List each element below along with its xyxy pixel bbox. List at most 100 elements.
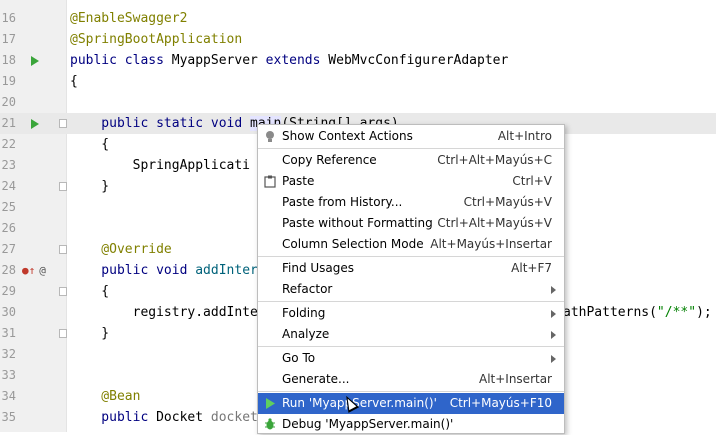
line-number: 22 [1, 137, 16, 151]
fold-marker-icon[interactable] [59, 182, 67, 191]
menu-item-copy-reference[interactable]: Copy Reference Ctrl+Alt+Mayús+C [258, 150, 564, 171]
menu-item-shortcut: Ctrl+Alt+Mayús+C [437, 153, 552, 167]
code-line[interactable]: { [70, 281, 109, 302]
menu-item-shortcut: Alt+Insertar [478, 372, 552, 386]
line-number: 16 [1, 11, 16, 25]
submenu-arrow-icon [551, 310, 556, 318]
menu-item-folding[interactable]: Folding [258, 303, 564, 324]
menu-item-paste[interactable]: Paste Ctrl+V [258, 171, 564, 192]
menu-item-label: Paste without Formatting [282, 216, 433, 230]
menu-item-label: Find Usages [282, 261, 355, 275]
code-line[interactable]: @Bean [70, 386, 140, 407]
menu-item-generate[interactable]: Generate... Alt+Insertar [258, 369, 564, 390]
method-name: addInter [195, 263, 258, 278]
identifier: MyappServer [171, 53, 266, 68]
code-line[interactable]: @SpringBootApplication [70, 29, 242, 50]
code-line[interactable]: public Docket docket [70, 407, 258, 428]
line-number: 18 [1, 53, 16, 67]
code-line-tail[interactable]: athPatterns("/**"); [563, 302, 712, 323]
line-number: 33 [1, 368, 16, 382]
submenu-arrow-icon [551, 355, 556, 363]
menu-item-paste-from-history[interactable]: Paste from History... Ctrl+Mayús+V [258, 192, 564, 213]
menu-item-go-to[interactable]: Go To [258, 348, 564, 369]
menu-item-label: Column Selection Mode [282, 237, 424, 251]
menu-item-run[interactable]: Run 'MyappServer.main()' Ctrl+Mayús+F10 [258, 393, 564, 414]
line-number: 23 [1, 158, 16, 172]
line-number: 34 [1, 389, 16, 403]
debug-bug-icon [265, 418, 275, 430]
keyword: public void [70, 263, 196, 278]
menu-item-label: Generate... [282, 372, 350, 386]
menu-item-label: Show Context Actions [282, 129, 413, 143]
line-number: 32 [1, 347, 16, 361]
menu-item-shortcut: Ctrl+Alt+Mayús+V [437, 216, 552, 230]
code-line[interactable]: { [70, 71, 78, 92]
menu-item-shortcut: Alt+Mayús+Insertar [430, 237, 552, 251]
string-literal: "/**" [656, 305, 697, 320]
code-line[interactable]: { [70, 134, 109, 155]
line-number: 31 [1, 326, 16, 340]
code-line[interactable]: @EnableSwagger2 [70, 8, 187, 29]
run-icon [266, 398, 275, 409]
menu-item-show-context-actions[interactable]: Show Context Actions Alt+Intro [258, 126, 564, 147]
menu-item-refactor[interactable]: Refactor [258, 279, 564, 300]
clipboard-icon [264, 175, 276, 188]
menu-separator [258, 148, 564, 149]
code-line[interactable]: SpringApplicati [70, 155, 250, 176]
keyword: extends [265, 53, 329, 68]
menu-item-find-usages[interactable]: Find Usages Alt+F7 [258, 258, 564, 279]
override-gutter-icon[interactable]: ●↑ @ [22, 260, 46, 281]
menu-item-paste-without-formatting[interactable]: Paste without Formatting Ctrl+Alt+Mayús+… [258, 213, 564, 234]
run-gutter-icon[interactable] [31, 56, 39, 66]
menu-item-analyze[interactable]: Analyze [258, 324, 564, 345]
menu-item-label: Analyze [282, 327, 330, 341]
fold-marker-icon[interactable] [59, 287, 67, 296]
menu-item-label: Refactor [282, 282, 333, 296]
menu-item-label: Paste from History... [282, 195, 403, 209]
line-number: 30 [1, 305, 16, 319]
keyword: public [70, 410, 157, 425]
annotation-gutter-icon: @ [39, 264, 46, 277]
run-gutter-icon[interactable] [31, 119, 39, 129]
menu-item-shortcut: Ctrl+Mayús+F10 [449, 396, 552, 410]
code-line[interactable]: public class MyappServer extends WebMvcC… [70, 50, 508, 71]
code-fragment: registry.addInte [70, 305, 258, 320]
submenu-arrow-icon [551, 331, 556, 339]
editor-context-menu: Show Context Actions Alt+Intro Copy Refe… [257, 124, 565, 434]
line-number: 19 [1, 74, 16, 88]
menu-item-shortcut: Alt+Intro [497, 129, 552, 143]
code-line[interactable]: } [70, 323, 109, 344]
lightbulb-icon [266, 131, 274, 142]
line-number: 21 [1, 116, 16, 130]
line-number: 27 [1, 242, 16, 256]
line-number: 28 [1, 263, 16, 277]
menu-item-column-selection-mode[interactable]: Column Selection Mode Alt+Mayús+Insertar [258, 234, 564, 255]
line-number: 35 [1, 410, 16, 424]
code-line[interactable]: } [70, 176, 109, 197]
keyword: public static void [70, 116, 251, 131]
menu-item-shortcut: Alt+F7 [511, 261, 552, 275]
line-number: 20 [1, 95, 16, 109]
fold-marker-icon[interactable] [59, 119, 67, 128]
menu-item-label: Copy Reference [282, 153, 377, 167]
code-fragment: ); [696, 305, 712, 320]
menu-separator [258, 256, 564, 257]
code-fragment: athPatterns( [563, 305, 657, 320]
line-number: 17 [1, 32, 16, 46]
menu-item-shortcut: Ctrl+Mayús+V [463, 195, 552, 209]
identifier: WebMvcConfigurerAdapter [328, 53, 509, 68]
menu-separator [258, 346, 564, 347]
menu-item-label: Go To [282, 351, 316, 365]
identifier: Docket [156, 410, 211, 425]
menu-item-label: Paste [282, 174, 315, 188]
code-line[interactable]: @Override [70, 239, 171, 260]
fold-marker-icon[interactable] [59, 245, 67, 254]
keyword: public class [70, 53, 172, 68]
fold-marker-icon[interactable] [59, 329, 67, 338]
menu-item-label: Run 'MyappServer.main()' [282, 396, 437, 410]
line-number: 29 [1, 284, 16, 298]
menu-item-label: Folding [282, 306, 326, 320]
submenu-arrow-icon [551, 286, 556, 294]
code-line[interactable]: public void addInter [70, 260, 258, 281]
code-line[interactable]: registry.addInte [70, 302, 258, 323]
